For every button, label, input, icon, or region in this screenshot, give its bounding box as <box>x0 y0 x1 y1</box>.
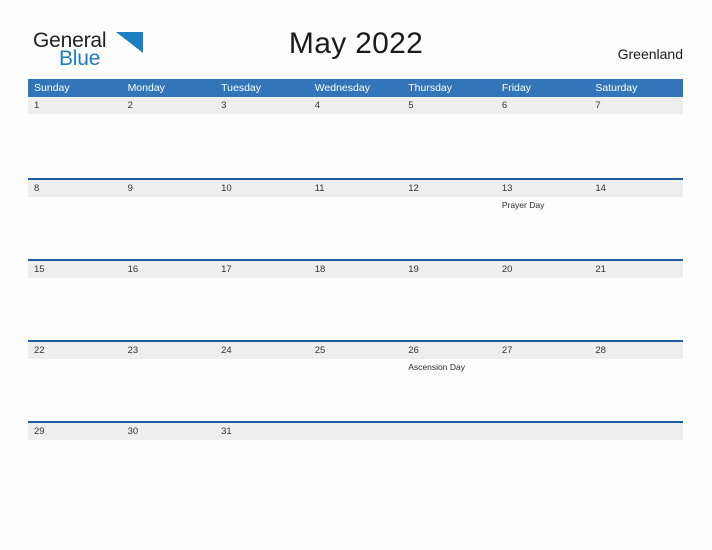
event-label: Ascension Day <box>408 362 465 372</box>
day-cell-date[interactable]: 10 <box>215 180 309 197</box>
calendar-week-row: 29 30 31 <box>28 421 683 441</box>
country-label: Greenland <box>617 46 683 62</box>
day-cell-date[interactable] <box>496 423 590 440</box>
day-cell-date[interactable]: 17 <box>215 261 309 278</box>
day-cell-events[interactable] <box>402 197 496 259</box>
week-date-band: 22 23 24 25 26 27 28 <box>28 340 683 359</box>
day-cell-date[interactable]: 6 <box>496 97 590 114</box>
day-cell-date[interactable]: 14 <box>589 180 683 197</box>
day-cell-date[interactable]: 23 <box>122 342 216 359</box>
calendar-week-row: 8 9 10 11 12 13 14 Prayer Day <box>28 178 683 259</box>
day-cell-date[interactable]: 3 <box>215 97 309 114</box>
day-cell-date[interactable]: 8 <box>28 180 122 197</box>
day-cell-date[interactable]: 19 <box>402 261 496 278</box>
day-cell-date[interactable]: 29 <box>28 423 122 440</box>
weekday-header-friday: Friday <box>501 82 531 94</box>
day-cell-events[interactable] <box>496 359 590 421</box>
day-cell-date[interactable]: 9 <box>122 180 216 197</box>
day-cell-date[interactable] <box>309 423 403 440</box>
day-cell-date[interactable]: 2 <box>122 97 216 114</box>
day-cell-events[interactable] <box>402 114 496 176</box>
day-cell-events[interactable] <box>589 197 683 259</box>
day-cell-events[interactable] <box>309 114 403 176</box>
day-cell-date[interactable]: 1 <box>28 97 122 114</box>
day-cell-events[interactable] <box>309 197 403 259</box>
day-cell-date[interactable]: 11 <box>309 180 403 197</box>
day-cell-date[interactable]: 25 <box>309 342 403 359</box>
weekday-header-saturday: Saturday <box>595 82 638 94</box>
week-event-band <box>28 114 683 176</box>
day-cell-events[interactable] <box>309 278 403 340</box>
calendar-week-row: 22 23 24 25 26 27 28 Ascension Day <box>28 340 683 421</box>
day-cell-date[interactable]: 28 <box>589 342 683 359</box>
calendar-grid: Sunday Monday Tuesday Wednesday Thursday… <box>28 79 683 441</box>
day-cell-events[interactable] <box>122 278 216 340</box>
day-cell-date[interactable]: 30 <box>122 423 216 440</box>
event-label: Prayer Day <box>501 200 545 210</box>
day-cell-date[interactable]: 7 <box>589 97 683 114</box>
day-cell-date[interactable]: 24 <box>215 342 309 359</box>
day-cell-date[interactable]: 15 <box>28 261 122 278</box>
day-cell-date[interactable] <box>402 423 496 440</box>
day-cell-date[interactable]: 13 <box>496 180 590 197</box>
week-date-band: 29 30 31 <box>28 421 683 440</box>
day-cell-date[interactable]: 18 <box>309 261 403 278</box>
day-cell-events[interactable] <box>215 114 309 176</box>
day-cell-date[interactable]: 27 <box>496 342 590 359</box>
day-cell-date[interactable]: 4 <box>309 97 403 114</box>
day-cell-events[interactable]: Prayer Day <box>496 197 590 259</box>
week-event-band: Prayer Day <box>28 197 683 259</box>
day-cell-events[interactable] <box>215 197 309 259</box>
page-title: May 2022 <box>288 27 424 60</box>
day-cell-date[interactable]: 20 <box>496 261 590 278</box>
day-cell-events[interactable] <box>309 359 403 421</box>
week-date-band: 8 9 10 11 12 13 14 <box>28 178 683 197</box>
day-cell-events[interactable] <box>215 359 309 421</box>
day-cell-events[interactable] <box>122 197 216 259</box>
weekday-header-tuesday: Tuesday <box>221 82 262 94</box>
day-cell-events[interactable] <box>122 114 216 176</box>
day-cell-events[interactable] <box>496 278 590 340</box>
page-header: General Blue May 2022 Greenland <box>0 0 712 78</box>
day-cell-events[interactable] <box>28 359 122 421</box>
weekday-header-sunday: Sunday <box>34 82 70 94</box>
day-cell-events[interactable] <box>402 278 496 340</box>
weekday-header-wednesday: Wednesday <box>314 82 370 94</box>
day-cell-events[interactable] <box>589 359 683 421</box>
day-cell-events[interactable] <box>28 197 122 259</box>
day-cell-events[interactable] <box>589 278 683 340</box>
day-cell-events[interactable] <box>28 114 122 176</box>
week-event-band <box>28 278 683 340</box>
day-cell-date[interactable] <box>589 423 683 440</box>
day-cell-date[interactable]: 22 <box>28 342 122 359</box>
calendar-week-row: 15 16 17 18 19 20 21 <box>28 259 683 340</box>
weekday-header-thursday: Thursday <box>408 82 453 94</box>
day-cell-date[interactable]: 31 <box>215 423 309 440</box>
weekday-header-monday: Monday <box>127 82 165 94</box>
calendar-week-row: 1 2 3 4 5 6 7 <box>28 97 683 178</box>
day-cell-events[interactable] <box>122 359 216 421</box>
day-cell-events[interactable] <box>496 114 590 176</box>
week-date-band: 1 2 3 4 5 6 7 <box>28 97 683 114</box>
weekday-header-row: Sunday Monday Tuesday Wednesday Thursday… <box>28 79 683 97</box>
day-cell-events[interactable] <box>28 278 122 340</box>
day-cell-date[interactable]: 5 <box>402 97 496 114</box>
day-cell-date[interactable]: 21 <box>589 261 683 278</box>
day-cell-events[interactable] <box>215 278 309 340</box>
week-event-band: Ascension Day <box>28 359 683 421</box>
day-cell-date[interactable]: 26 <box>402 342 496 359</box>
day-cell-events[interactable]: Ascension Day <box>402 359 496 421</box>
week-date-band: 15 16 17 18 19 20 21 <box>28 259 683 278</box>
day-cell-date[interactable]: 16 <box>122 261 216 278</box>
day-cell-events[interactable] <box>589 114 683 176</box>
day-cell-date[interactable]: 12 <box>402 180 496 197</box>
